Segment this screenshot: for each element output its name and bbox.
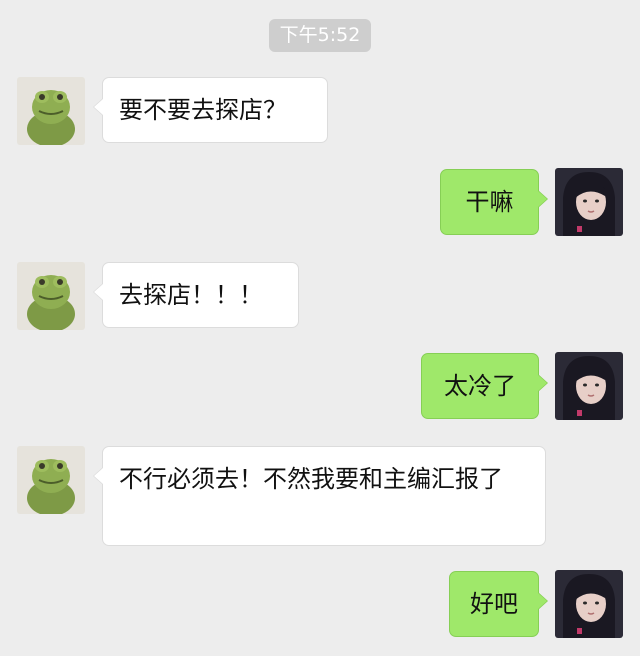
message-text: 去探店！！！ <box>119 281 263 309</box>
incoming-message-bubble[interactable]: 不行必须去！不然我要和主编汇报了 <box>93 446 546 546</box>
outgoing-message-bubble[interactable]: 太冷了 <box>421 353 548 419</box>
outgoing-message-bubble[interactable]: 干嘛 <box>440 169 548 235</box>
contact-avatar-frog-icon[interactable] <box>17 262 85 330</box>
message-text: 太冷了 <box>444 372 516 400</box>
contact-avatar-frog-icon[interactable] <box>17 446 85 514</box>
self-avatar-girl-icon[interactable] <box>555 168 623 236</box>
incoming-message-bubble[interactable]: 去探店！！！ <box>93 262 299 328</box>
message-text: 要不要去探店？ <box>119 96 287 124</box>
message-text: 干嘛 <box>465 188 514 216</box>
outgoing-message-bubble[interactable]: 好吧 <box>449 571 548 637</box>
self-avatar-girl-icon[interactable] <box>555 570 623 638</box>
incoming-message-bubble[interactable]: 要不要去探店？ <box>93 77 328 143</box>
contact-avatar-frog-icon[interactable] <box>17 77 85 145</box>
chat-timestamp: 下午5:52 <box>269 19 371 52</box>
message-text: 不行必须去！不然我要和主编汇报了 <box>119 465 503 493</box>
message-text: 好吧 <box>470 590 518 618</box>
self-avatar-girl-icon[interactable] <box>555 352 623 420</box>
